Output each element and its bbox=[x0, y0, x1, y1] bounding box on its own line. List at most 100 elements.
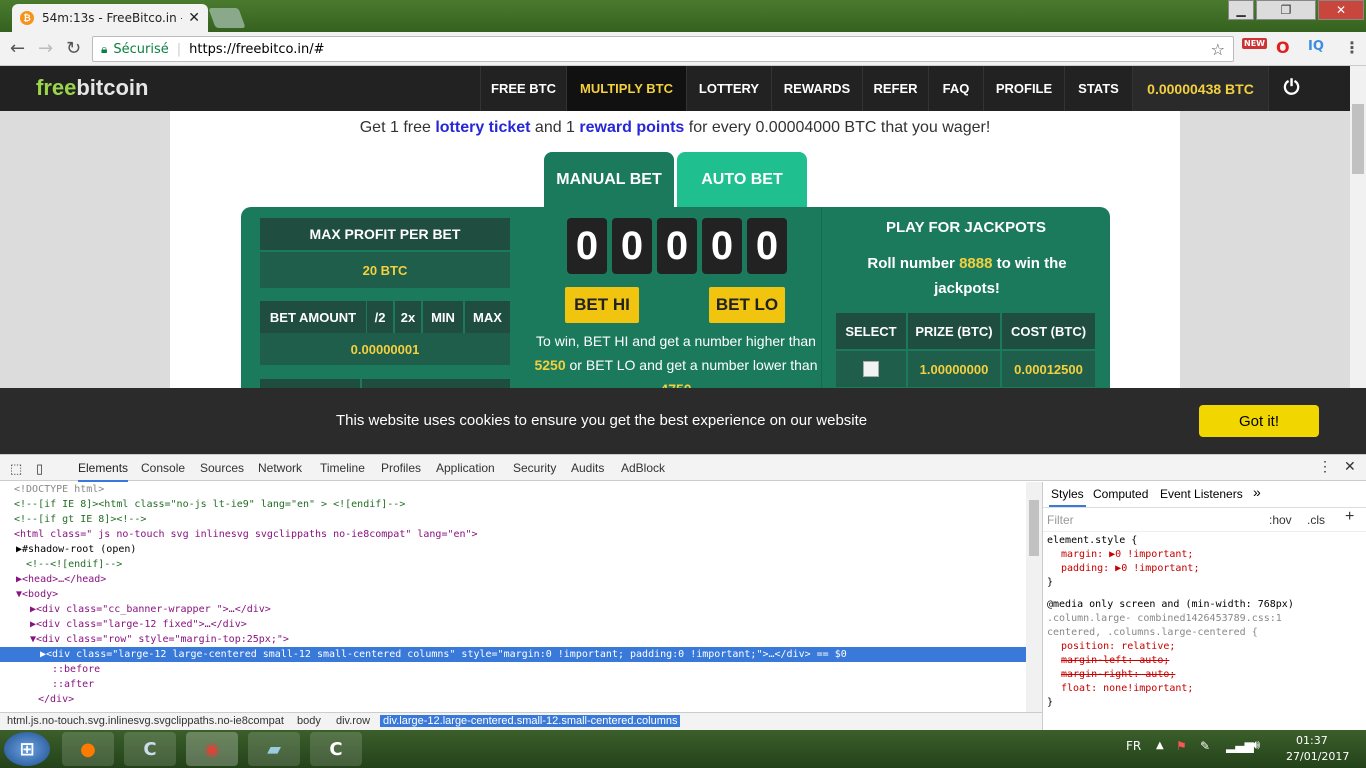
clock-date[interactable]: 27/01/2017 bbox=[1286, 750, 1349, 763]
opera-extension-icon[interactable]: O bbox=[1276, 38, 1290, 57]
dom-scrollbar[interactable] bbox=[1026, 482, 1042, 712]
tab-computed[interactable]: Computed bbox=[1093, 487, 1148, 501]
breadcrumb-selected[interactable]: div.large-12.large-centered.small-12.sma… bbox=[380, 715, 681, 727]
tab-application[interactable]: Application bbox=[436, 461, 495, 475]
show-hidden-icons-icon[interactable]: ▲ bbox=[1156, 740, 1164, 751]
tray-app-icon[interactable]: ✎ bbox=[1200, 739, 1210, 753]
style-line[interactable]: float: none!important; bbox=[1047, 682, 1362, 696]
bookmark-star-icon[interactable]: ☆ bbox=[1211, 40, 1225, 59]
max-bet-button[interactable]: MAX bbox=[465, 301, 510, 333]
nav-profile[interactable]: PROFILE bbox=[983, 66, 1064, 111]
forward-icon[interactable]: → bbox=[38, 38, 53, 59]
dom-line[interactable]: ▶<head>…</head> bbox=[0, 572, 1026, 587]
inspect-cursor-icon[interactable]: ⬚ bbox=[10, 461, 22, 477]
devtools-menu-icon[interactable]: ⋮ bbox=[1318, 458, 1332, 475]
dom-scroll-thumb[interactable] bbox=[1029, 500, 1039, 556]
app-window-icon[interactable]: ▰ bbox=[248, 732, 300, 766]
style-line[interactable]: .column.large- combined1426453789.css:1 bbox=[1047, 612, 1362, 626]
double-bet-button[interactable]: 2x bbox=[395, 301, 421, 333]
tab-styles[interactable]: Styles bbox=[1049, 487, 1086, 507]
tab-auto-bet[interactable]: AUTO BET bbox=[677, 152, 807, 208]
new-tab-button[interactable] bbox=[208, 8, 246, 28]
tab-console[interactable]: Console bbox=[141, 461, 185, 475]
logout-power-icon[interactable]: ⏻ bbox=[1268, 66, 1314, 111]
dom-line[interactable]: <!--<![endif]--> bbox=[0, 557, 1026, 572]
hov-toggle[interactable]: :hov bbox=[1269, 513, 1292, 527]
dom-line[interactable]: ::after bbox=[0, 677, 1026, 692]
style-line[interactable]: margin: ▶0 !important; bbox=[1047, 548, 1362, 562]
back-icon[interactable]: ← bbox=[10, 38, 25, 59]
nav-lottery[interactable]: LOTTERY bbox=[686, 66, 771, 111]
dom-line[interactable]: ▶<div class="large-12 fixed">…</div> bbox=[0, 617, 1026, 632]
more-tabs-icon[interactable]: » bbox=[1253, 485, 1261, 499]
style-line[interactable]: padding: ▶0 !important; bbox=[1047, 562, 1362, 576]
tab-security[interactable]: Security bbox=[513, 461, 556, 475]
nav-free-btc[interactable]: FREE BTC bbox=[480, 66, 566, 111]
extension-new-badge[interactable]: NEW bbox=[1242, 38, 1267, 49]
cookie-accept-button[interactable]: Got it! bbox=[1199, 405, 1319, 437]
jackpot-checkbox[interactable] bbox=[863, 361, 879, 377]
tab-manual-bet[interactable]: MANUAL BET bbox=[544, 152, 674, 208]
browser-menu-icon[interactable]: ⋮ bbox=[1344, 38, 1360, 57]
nav-rewards[interactable]: REWARDS bbox=[771, 66, 862, 111]
bet-hi-button[interactable]: BET HI bbox=[565, 287, 639, 323]
dom-line[interactable]: <!DOCTYPE html> bbox=[0, 482, 1026, 497]
nav-multiply-btc[interactable]: MULTIPLY BTC bbox=[566, 66, 686, 111]
styles-filter-input[interactable]: Filter bbox=[1047, 513, 1074, 527]
device-toolbar-icon[interactable]: ▯ bbox=[36, 461, 43, 477]
tab-timeline[interactable]: Timeline bbox=[320, 461, 365, 475]
site-logo[interactable]: freebitcoin bbox=[36, 75, 148, 101]
bet-lo-button[interactable]: BET LO bbox=[709, 287, 785, 323]
nav-stats[interactable]: STATS bbox=[1064, 66, 1132, 111]
add-style-icon[interactable]: + bbox=[1345, 509, 1354, 525]
dom-tree[interactable]: <!DOCTYPE html> <!--[if IE 8]><html clas… bbox=[0, 482, 1026, 712]
dom-line[interactable]: ▶<div class="cc_banner-wrapper ">…</div> bbox=[0, 602, 1026, 617]
tab-elements[interactable]: Elements bbox=[78, 461, 129, 482]
dom-line[interactable]: ▼<body> bbox=[0, 587, 1026, 602]
tab-sources[interactable]: Sources bbox=[200, 461, 244, 475]
reload-icon[interactable]: ↻ bbox=[66, 38, 81, 59]
dom-line[interactable]: ▼<div class="row" style="margin-top:25px… bbox=[0, 632, 1026, 647]
dom-line[interactable]: <!--[if IE 8]><html class="no-js lt-ie9"… bbox=[0, 497, 1026, 512]
devtools-close-icon[interactable]: ✕ bbox=[1344, 458, 1356, 475]
minimize-button[interactable]: ▁ bbox=[1228, 0, 1254, 20]
bet-amount-input[interactable]: 0.00000001 bbox=[260, 333, 510, 365]
tab-profiles[interactable]: Profiles bbox=[381, 461, 421, 475]
clock-time[interactable]: 01:37 bbox=[1296, 734, 1328, 747]
dom-line[interactable]: ::before bbox=[0, 662, 1026, 677]
tab-adblock[interactable]: AdBlock bbox=[621, 461, 665, 475]
style-line[interactable]: margin-left: auto; bbox=[1047, 654, 1362, 668]
halve-bet-button[interactable]: /2 bbox=[367, 301, 393, 333]
browser-tab[interactable]: ₿ 54m:13s - FreeBitco.in - ✕ bbox=[12, 4, 208, 32]
dom-line-selected[interactable]: ▶<div class="large-12 large-centered sma… bbox=[0, 647, 1026, 662]
breadcrumb-body[interactable]: body bbox=[294, 715, 324, 727]
camtasia-icon[interactable]: C bbox=[124, 732, 176, 766]
min-bet-button[interactable]: MIN bbox=[423, 301, 463, 333]
volume-icon[interactable]: 🔊︎ bbox=[1252, 738, 1260, 753]
dom-line[interactable]: </div> bbox=[0, 692, 1026, 707]
page-scroll-thumb[interactable] bbox=[1352, 104, 1364, 174]
breadcrumb-html[interactable]: html.js.no-touch.svg.inlinesvg.svgclippa… bbox=[4, 715, 287, 727]
camtasia-recorder-icon[interactable]: C bbox=[310, 732, 362, 766]
language-indicator[interactable]: FR bbox=[1126, 739, 1141, 753]
dom-line[interactable]: ▶#shadow-root (open) bbox=[0, 542, 1026, 557]
address-bar[interactable]: 🔒︎ Sécurisé | https://freebitco.in/# ☆ bbox=[92, 36, 1234, 62]
style-line[interactable]: position: relative; bbox=[1047, 640, 1362, 654]
firefox-icon[interactable]: ● bbox=[62, 732, 114, 766]
tab-audits[interactable]: Audits bbox=[571, 461, 604, 475]
style-line[interactable]: margin-right: auto; bbox=[1047, 668, 1362, 682]
maximize-button[interactable]: ❐ bbox=[1256, 0, 1316, 20]
start-button-icon[interactable]: ⊞ bbox=[4, 732, 50, 766]
network-signal-icon[interactable]: ▂▄▆ bbox=[1226, 739, 1254, 753]
action-center-flag-icon[interactable]: ⚑ bbox=[1176, 739, 1187, 753]
reward-points-link[interactable]: reward points bbox=[579, 119, 684, 136]
lottery-ticket-link[interactable]: lottery ticket bbox=[435, 119, 530, 136]
dom-line[interactable]: <html class=" js no-touch svg inlinesvg … bbox=[0, 527, 1026, 542]
iq-extension-icon[interactable]: IQ bbox=[1308, 39, 1324, 54]
close-window-button[interactable]: ✕ bbox=[1318, 0, 1364, 20]
tab-network[interactable]: Network bbox=[258, 461, 302, 475]
dom-line[interactable]: <!--[if gt IE 8]><!--> bbox=[0, 512, 1026, 527]
tab-event-listeners[interactable]: Event Listeners bbox=[1160, 487, 1243, 501]
nav-refer[interactable]: REFER bbox=[862, 66, 928, 111]
nav-faq[interactable]: FAQ bbox=[928, 66, 983, 111]
